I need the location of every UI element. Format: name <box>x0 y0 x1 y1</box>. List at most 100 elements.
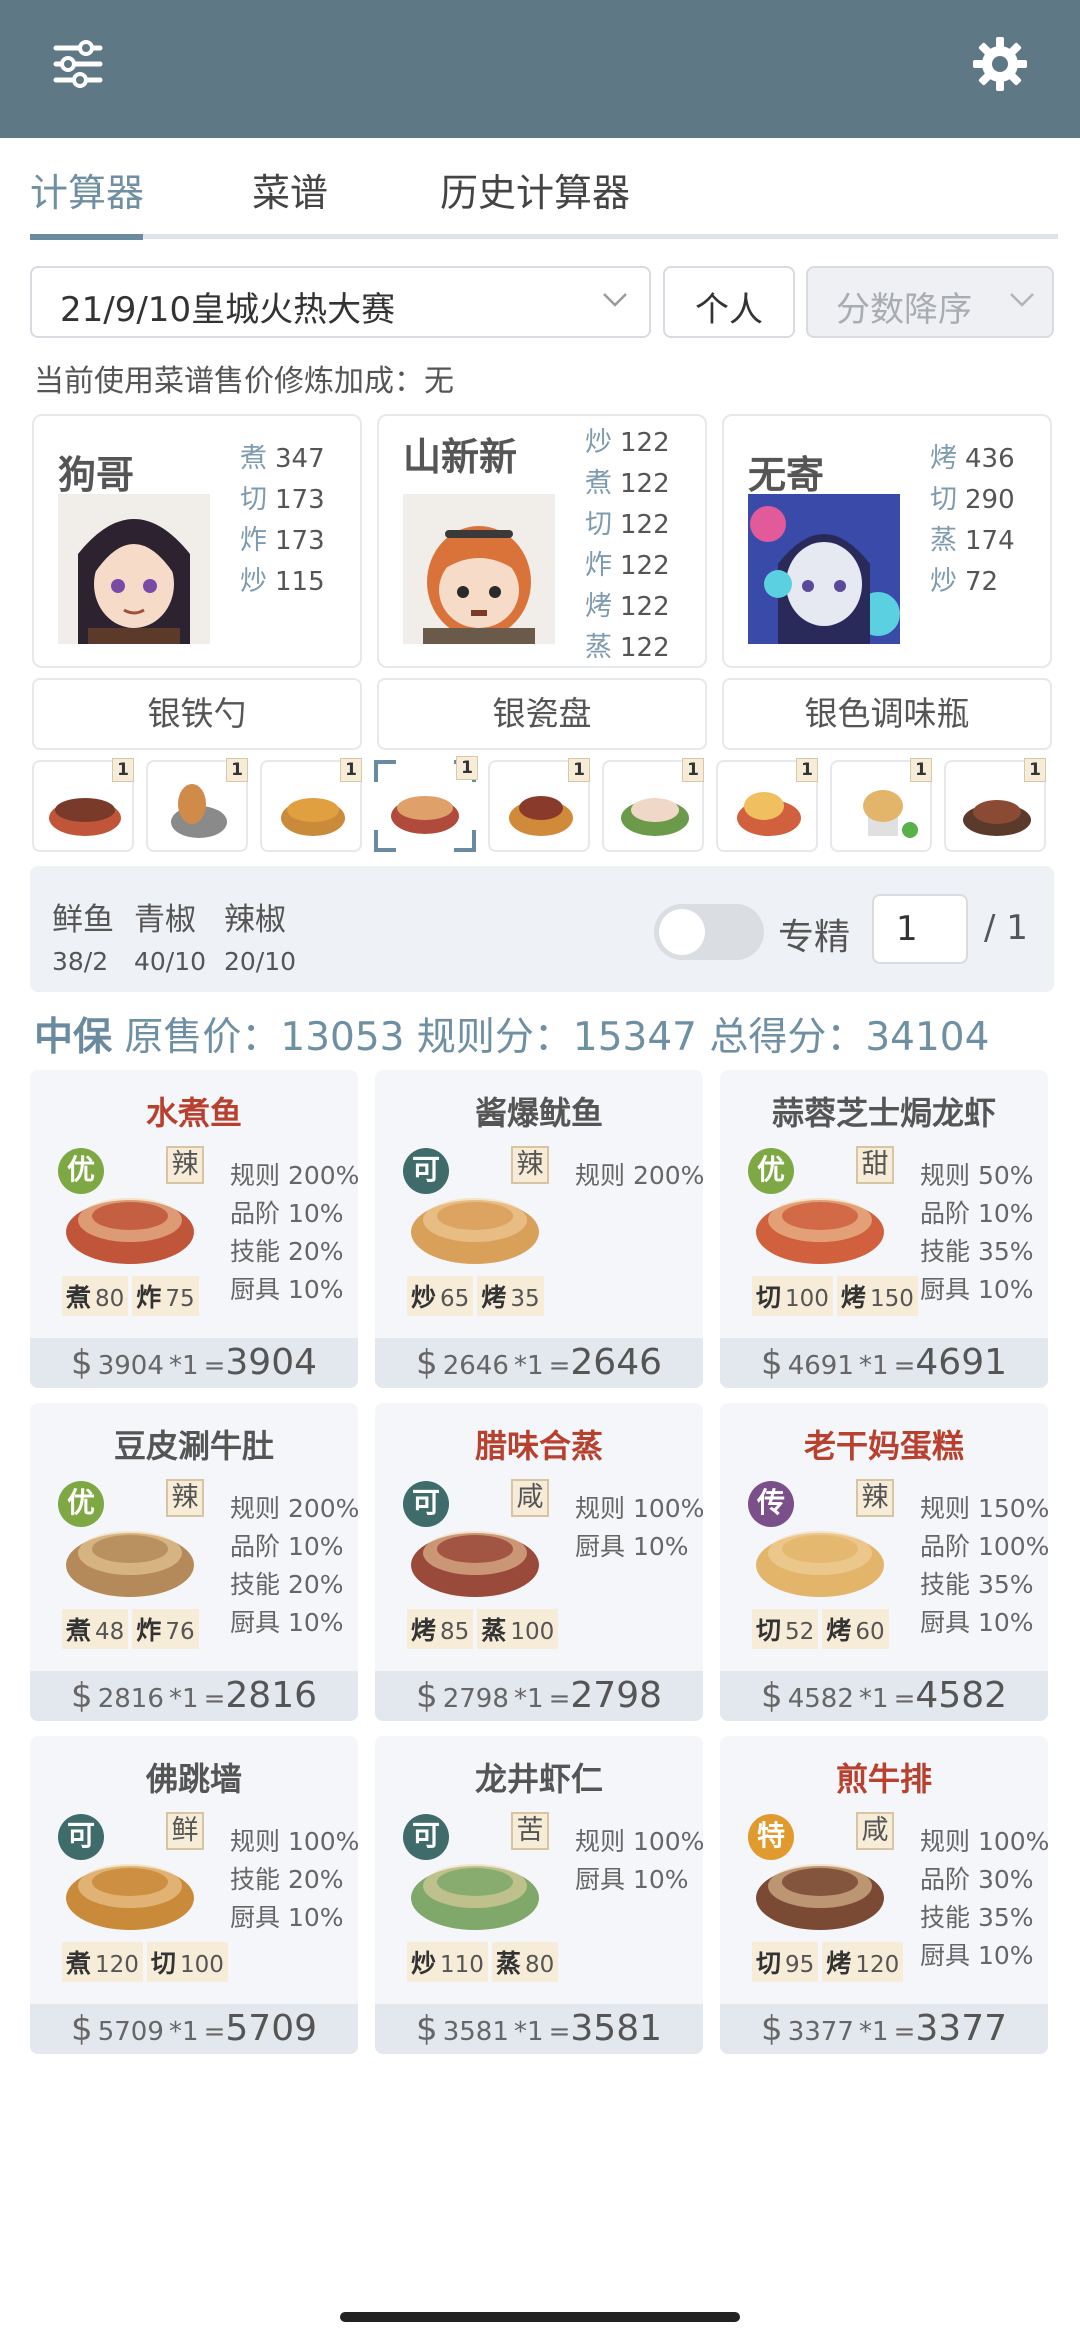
chef-name: 无寄 <box>748 453 825 497</box>
dish-card[interactable]: 煎牛排特咸切 95 烤 120 规则 100% 品阶 30% 技能 35% 厨具 10% $ 3… <box>720 1736 1048 2054</box>
price-multiplier: *1 <box>858 1351 889 1381</box>
tab-bar: 计算器 菜谱 历史计算器 <box>30 150 1058 242</box>
dish-thumbnail[interactable]: 1 <box>146 758 248 852</box>
price-multiplier: *1 <box>168 1684 199 1714</box>
chef-skill: 切 290 <box>930 484 1015 515</box>
gear-icon[interactable] <box>970 34 1030 94</box>
skill-requirement: 切 95 <box>752 1942 819 1982</box>
price-multiplier: *1 <box>513 1684 544 1714</box>
score-modifiers: 规则 200% 品阶 10% 技能 20% 厨具 10% <box>230 1156 358 1308</box>
equals-sign: = <box>548 1684 571 1714</box>
equipment-button[interactable]: 银色调味瓶 <box>722 678 1052 750</box>
chef-name: 山新新 <box>403 435 518 479</box>
price-bar: $ 4582 *1 =4582 <box>720 1671 1048 1721</box>
tab-calculator[interactable]: 计算器 <box>30 162 144 217</box>
score-modifier: 厨具 10% <box>230 1903 344 1932</box>
dish-thumbnail[interactable]: 1 <box>830 758 932 852</box>
score-modifier: 技能 35% <box>920 1903 1034 1932</box>
score-modifier: 厨具 10% <box>920 1608 1034 1637</box>
score-grade: 中保 <box>34 1015 113 1060</box>
dish-card[interactable]: 酱爆鱿鱼可辣炒 65 烤 35 规则 200% $ 2646 *1 =2646 <box>375 1070 703 1388</box>
score-modifier: 规则 100% <box>575 1494 703 1523</box>
skill-requirement: 蒸 80 <box>491 1942 559 1982</box>
score-modifiers: 规则 100% 技能 20% 厨具 10% <box>230 1822 358 1936</box>
tab-history-calculator[interactable]: 历史计算器 <box>440 162 630 217</box>
equals-sign: = <box>203 1351 226 1381</box>
skill-requirement: 烤 150 <box>836 1276 918 1316</box>
dish-name: 煎牛排 <box>835 1760 932 1798</box>
specialize-toggle[interactable] <box>654 904 764 960</box>
skill-requirement: 煮 120 <box>62 1942 143 1982</box>
tab-active-indicator <box>30 234 143 240</box>
price-bar: $ 5709 *1 =5709 <box>30 2004 358 2054</box>
chef-card[interactable]: 山新新 炒 122 煮 122 切 122 炸 122 烤 122 蒸 122 <box>377 414 707 668</box>
chef-skill: 炒 72 <box>930 566 999 597</box>
dish-thumbnail[interactable]: 1 <box>260 758 362 852</box>
dish-name: 酱爆鱿鱼 <box>474 1094 603 1132</box>
chef-card[interactable]: 狗哥 煮 347 切 173 炸 173 炒 115 <box>32 414 362 668</box>
event-select-value: 21/9/10皇城火热大赛 <box>60 290 396 330</box>
dish-name: 腊味合蒸 <box>474 1427 603 1465</box>
skill-requirement: 切 52 <box>752 1609 819 1649</box>
dish-image <box>411 1531 539 1597</box>
sort-select-value: 分数降序 <box>836 290 972 330</box>
price-bar: $ 2646 *1 =2646 <box>375 1338 703 1388</box>
dish-image <box>756 1531 884 1597</box>
total-price: 2816 <box>225 1675 318 1716</box>
equipment-button[interactable]: 银瓷盘 <box>377 678 707 750</box>
dish-thumbnail[interactable]: 1 <box>602 758 704 852</box>
chef-skill: 烤 436 <box>930 443 1015 474</box>
skill-requirement: 烤 35 <box>477 1276 544 1316</box>
mode-button[interactable]: 个人 <box>663 266 795 338</box>
chef-avatar <box>403 494 555 644</box>
equipment-button[interactable]: 银铁勺 <box>32 678 362 750</box>
chef-skills: 煮 347 切 173 炸 173 炒 115 <box>240 436 325 600</box>
price-bonus-info: 当前使用菜谱售价修炼加成：无 <box>34 364 454 399</box>
dish-count-badge: 1 <box>682 758 704 782</box>
base-price: 3581 <box>442 2017 509 2047</box>
dish-card[interactable]: 腊味合蒸可咸烤 85 蒸 100 规则 100% 厨具 10% $ 2798 *1 =279… <box>375 1403 703 1721</box>
score-modifier: 厨具 10% <box>230 1275 344 1304</box>
dish-card[interactable]: 水煮鱼优辣煮 80 炸 75 规则 200% 品阶 10% 技能 20% 厨具 10% $ 39… <box>30 1070 358 1388</box>
chef-card[interactable]: 无寄 烤 436 切 290 蒸 174 炒 72 <box>722 414 1052 668</box>
score-modifier: 规则 150% <box>920 1494 1048 1523</box>
score-modifiers: 规则 100% 厨具 10% <box>575 1489 703 1565</box>
dish-card[interactable]: 老干妈蛋糕传辣切 52 烤 60 规则 150% 品阶 100% 技能 35% 厨具 10% $… <box>720 1403 1048 1721</box>
event-select[interactable]: 21/9/10皇城火热大赛 <box>30 266 651 338</box>
price-multiplier: *1 <box>513 1351 544 1381</box>
ingredient-panel: 鲜鱼 38/2 青椒 40/10 辣椒 20/10 专精 1 / 1 <box>30 866 1054 992</box>
total-price: 5709 <box>225 2008 318 2049</box>
chef-skill: 煮 122 <box>585 468 670 499</box>
score-modifiers: 规则 100% 厨具 10% <box>575 1822 703 1898</box>
dish-card[interactable]: 豆皮涮牛肚优辣煮 48 炸 76 规则 200% 品阶 10% 技能 20% 厨具 10% $ … <box>30 1403 358 1721</box>
dish-card[interactable]: 佛跳墙可鲜煮 120 切 100 规则 100% 技能 20% 厨具 10% $ 5709 *… <box>30 1736 358 2054</box>
currency-icon: $ <box>70 1343 93 1383</box>
score-modifier: 品阶 100% <box>920 1532 1048 1561</box>
dish-thumbnail-selected[interactable]: 1 <box>374 756 478 852</box>
mode-label: 个人 <box>695 290 763 330</box>
score-modifier: 规则 200% <box>230 1494 358 1523</box>
dish-card[interactable]: 蒜蓉芝士焗龙虾优甜切 100 烤 150 规则 50% 品阶 10% 技能 35% 厨具 10… <box>720 1070 1048 1388</box>
tab-recipes[interactable]: 菜谱 <box>252 162 328 217</box>
score-modifier: 规则 100% <box>575 1827 703 1856</box>
score-modifier: 技能 20% <box>230 1570 344 1599</box>
home-indicator <box>340 2312 740 2322</box>
dish-thumbnail[interactable]: 1 <box>716 758 818 852</box>
ingredient-item: 鲜鱼 38/2 <box>52 894 114 976</box>
chef-skill: 煮 347 <box>240 443 325 474</box>
dish-card[interactable]: 龙井虾仁可苦炒 110 蒸 80 规则 100% 厨具 10% $ 3581 *1 =358… <box>375 1736 703 2054</box>
dish-name: 豆皮涮牛肚 <box>113 1427 274 1465</box>
chef-skills: 烤 436 切 290 蒸 174 炒 72 <box>930 436 1015 600</box>
total-price: 2798 <box>570 1675 663 1716</box>
skill-requirements: 切 95 烤 120 <box>752 1942 907 1982</box>
quantity-input[interactable]: 1 <box>872 894 968 964</box>
chevron-down-icon <box>1010 293 1034 307</box>
sort-select[interactable]: 分数降序 <box>806 266 1054 338</box>
toggle-knob <box>659 909 705 955</box>
dish-thumbnail[interactable]: 1 <box>944 758 1046 852</box>
filter-sliders-icon[interactable] <box>48 34 108 94</box>
total-price: 3581 <box>570 2008 663 2049</box>
skill-requirement: 切 100 <box>146 1942 228 1982</box>
dish-thumbnail[interactable]: 1 <box>488 758 590 852</box>
dish-thumbnail[interactable]: 1 <box>32 758 134 852</box>
